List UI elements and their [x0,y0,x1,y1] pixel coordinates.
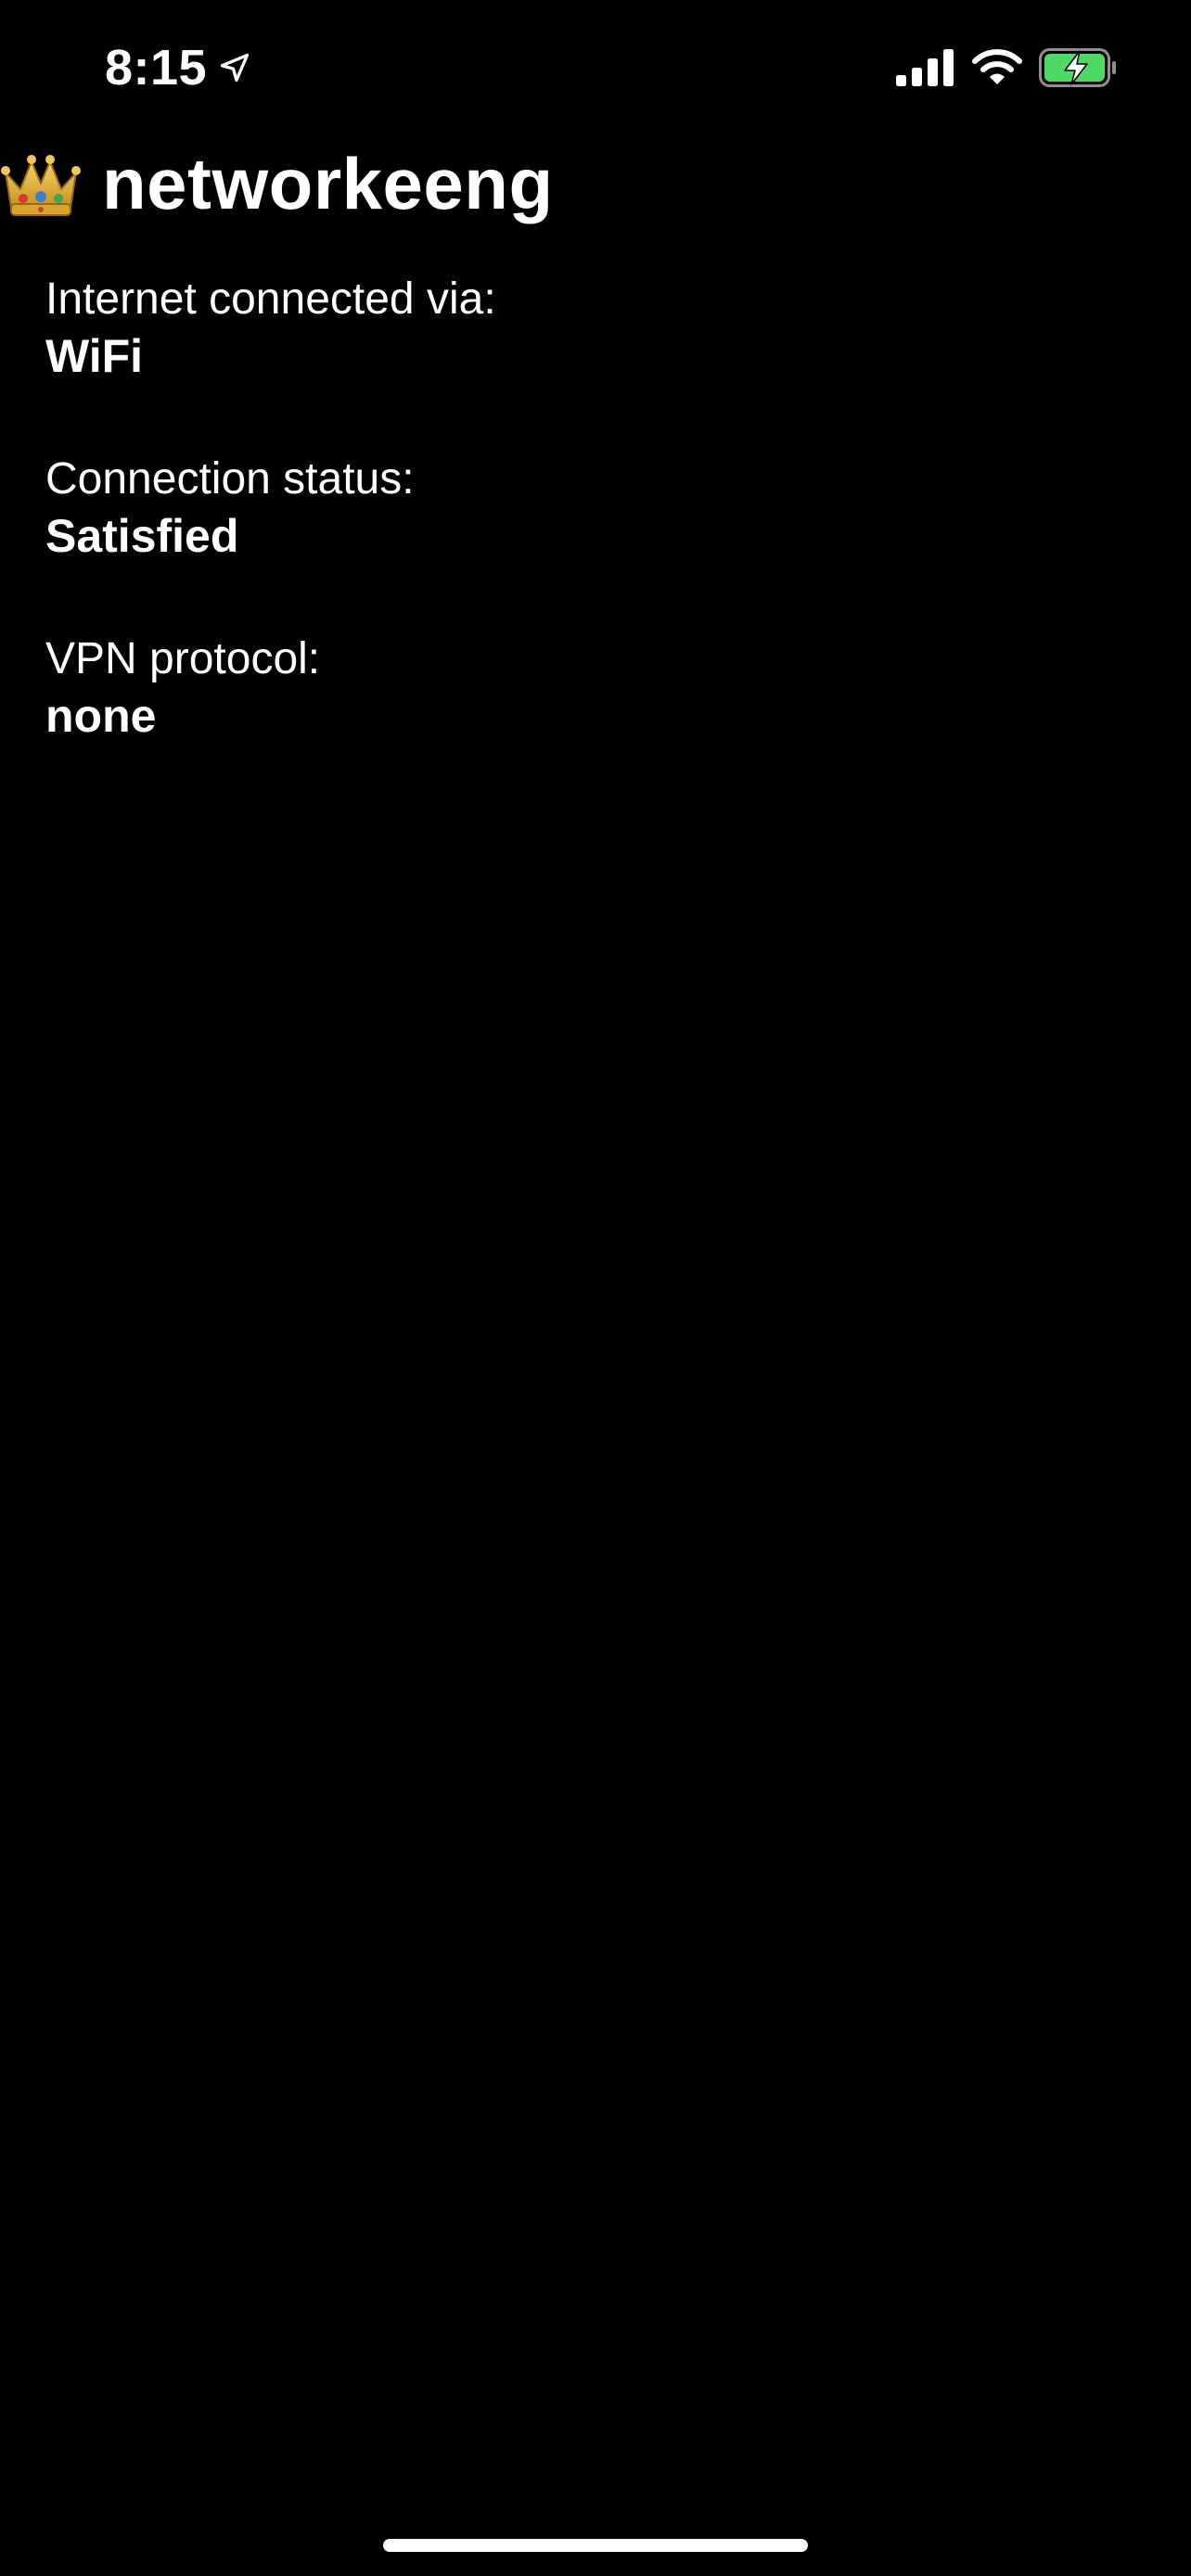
connection-status-row: Connection status: Satisfied [45,451,1066,631]
home-indicator[interactable] [383,2539,808,2552]
wifi-icon [972,49,1022,84]
cellular-signal-icon [896,49,954,86]
info-list: Internet connected via: WiFi Connection … [45,271,1066,810]
status-icons [896,43,1117,93]
vpn-protocol-value: none [45,690,157,742]
app-title: networkeeng [102,142,554,224]
app-header: networkeeng [0,139,554,228]
location-arrow-icon [220,53,250,83]
crown-icon [1,155,81,216]
vpn-protocol-label: VPN protocol: [45,634,321,683]
connection-status-value: Satisfied [45,510,239,562]
vpn-protocol-row: VPN protocol: none [45,631,1066,810]
status-bar: 8:15 [0,0,1191,130]
connection-status-label: Connection status: [45,454,415,504]
connection-type-row: Internet connected via: WiFi [45,271,1066,451]
battery-charging-icon [1039,48,1116,87]
connection-type-value: WiFi [45,330,144,382]
connection-type-label: Internet connected via: [45,274,496,324]
status-time: 8:15 [105,40,208,96]
time-group: 8:15 [105,35,251,100]
